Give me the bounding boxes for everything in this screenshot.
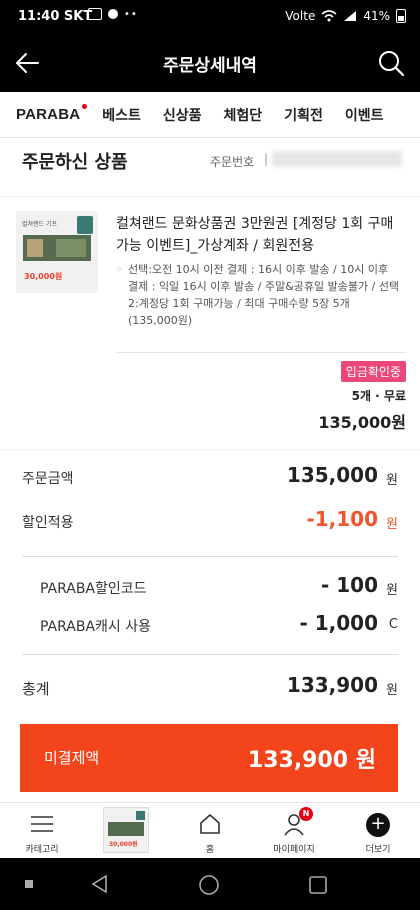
- total-unit: 원: [386, 683, 398, 698]
- product-name[interactable]: 컬쳐랜드 문화상품권 3만원권 [계정당 1회 구매가능 이벤트]_가상계좌 /…: [116, 213, 406, 257]
- nav-item-best[interactable]: 베스트: [102, 105, 141, 125]
- home-icon: [200, 814, 220, 834]
- nav-item-promotion[interactable]: 기획전: [284, 105, 323, 125]
- status-time: 11:40 SKT: [18, 9, 93, 24]
- bullet-icon: ◦: [116, 263, 123, 276]
- carrier-text: Volte: [285, 9, 316, 23]
- page-title: 주문상세내역: [163, 56, 257, 76]
- signal-icon: [344, 11, 357, 21]
- order-product-card: 컬쳐랜드 기프 30,000원 컬쳐랜드 문화상품권 3만원권 [계정당 1회 …: [0, 196, 420, 450]
- discount-label: 할인적용: [22, 515, 74, 531]
- coupon-value: - 100: [320, 573, 378, 597]
- status-badge: 입금확인중: [340, 361, 406, 382]
- discount-value: -1,100: [306, 507, 378, 531]
- order-amount-unit: 원: [386, 473, 398, 488]
- order-amount-row: 주문금액 135,000 원: [22, 462, 398, 492]
- notification-dot-icon: [108, 9, 118, 19]
- recent-product-thumbnail: 30,000원: [103, 807, 149, 853]
- discount-unit: 원: [386, 517, 398, 532]
- menu-icon: [31, 816, 53, 832]
- order-amount-value: 135,000: [286, 463, 378, 487]
- thumbnail-price: 30,000원: [24, 272, 63, 281]
- total-value: 133,900: [286, 673, 378, 697]
- bottom-nav-mypage[interactable]: N 마이페이지: [252, 803, 336, 858]
- new-dot-icon: [82, 104, 88, 109]
- ordered-products-header: 주문하신 상품 주문번호 |: [0, 138, 420, 182]
- mypage-label: 마이페이지: [273, 845, 315, 855]
- order-amount-label: 주문금액: [22, 471, 74, 487]
- unpaid-label: 미결제액: [44, 749, 100, 767]
- recent-apps-icon[interactable]: [24, 879, 34, 889]
- nav-brand-paraba[interactable]: PARABA: [16, 104, 88, 123]
- search-icon[interactable]: [376, 48, 406, 78]
- gift-card-image: [108, 822, 144, 836]
- total-label: 총계: [22, 680, 50, 698]
- back-triangle-icon[interactable]: [90, 874, 110, 894]
- bottom-nav-more[interactable]: + 더보기: [336, 803, 420, 858]
- thumbnail-badge: [136, 811, 145, 820]
- battery-icon: [396, 9, 406, 23]
- more-label: 더보기: [365, 845, 391, 855]
- bottom-nav: 카테고리 30,000원 홈 N 마이페이지 + 더보기: [0, 802, 420, 858]
- unpaid-amount: 133,900 원: [247, 748, 376, 773]
- coupon-label: PARABA할인코드: [40, 581, 147, 597]
- order-number-separator: |: [264, 152, 269, 166]
- cash-row: PARABA캐시 사용 - 1,000 C: [22, 610, 398, 640]
- order-number-label: 주문번호: [210, 155, 255, 169]
- section-title: 주문하신 상품: [22, 152, 128, 173]
- product-thumbnail[interactable]: 컬쳐랜드 기프 30,000원: [16, 211, 98, 293]
- product-option-text: 선택:오전 10시 이전 결제 : 16시 이후 발송 / 10시 이후 결제 …: [128, 263, 400, 327]
- thumbnail-title: 컬쳐랜드 기프: [22, 221, 58, 228]
- system-indicators: Volte 41%: [285, 9, 406, 23]
- overview-square-icon[interactable]: [308, 875, 328, 895]
- new-badge: N: [299, 807, 314, 821]
- recent-price: 30,000원: [109, 841, 138, 848]
- cash-value: - 1,000: [299, 611, 378, 635]
- battery-text: 41%: [363, 9, 390, 23]
- system-nav-bar: [0, 858, 420, 910]
- bottom-nav-home[interactable]: 홈: [168, 803, 252, 858]
- notification-icons: ••: [88, 8, 138, 20]
- category-nav: PARABA 베스트 신상품 체험단 기획전 이벤트: [0, 92, 420, 138]
- product-option: ◦ 선택:오전 10시 이전 결제 : 16시 이후 발송 / 10시 이후 결…: [116, 261, 400, 329]
- coupon-row: PARABA할인코드 - 100 원: [22, 572, 398, 602]
- total-row: 총계 133,900 원: [22, 672, 398, 702]
- status-bar: 11:40 SKT •• Volte 41%: [0, 0, 420, 34]
- more-notifications-icon: ••: [124, 8, 138, 20]
- bottom-nav-recent[interactable]: 30,000원: [84, 803, 168, 858]
- app-header: 주문상세내역: [0, 34, 420, 92]
- home-circle-icon[interactable]: [198, 874, 220, 896]
- plus-icon: +: [366, 813, 390, 837]
- message-icon: [88, 8, 102, 20]
- gift-card-image: [23, 235, 91, 261]
- wifi-icon: [321, 10, 337, 22]
- nav-brand-label: PARABA: [16, 106, 81, 123]
- order-number-redacted: [272, 151, 402, 167]
- bottom-nav-category[interactable]: 카테고리: [0, 803, 84, 858]
- nav-item-trial[interactable]: 체험단: [224, 105, 263, 125]
- divider: [22, 654, 398, 655]
- cash-unit: C: [388, 617, 398, 632]
- divider: [22, 556, 398, 557]
- category-label: 카테고리: [25, 845, 59, 855]
- cash-label: PARABA캐시 사용: [40, 619, 152, 635]
- product-price: 135,000원: [318, 413, 406, 432]
- discount-row: 할인적용 -1,100 원: [22, 506, 398, 536]
- coupon-unit: 원: [386, 583, 398, 598]
- divider: [116, 352, 406, 353]
- quantity-shipping: 5개 · 무료: [351, 389, 406, 403]
- thumbnail-badge: [77, 216, 93, 234]
- nav-item-event[interactable]: 이벤트: [345, 105, 384, 125]
- home-label: 홈: [205, 845, 215, 855]
- nav-item-new[interactable]: 신상품: [163, 105, 202, 125]
- unpaid-amount-button[interactable]: 미결제액 133,900 원: [20, 724, 398, 792]
